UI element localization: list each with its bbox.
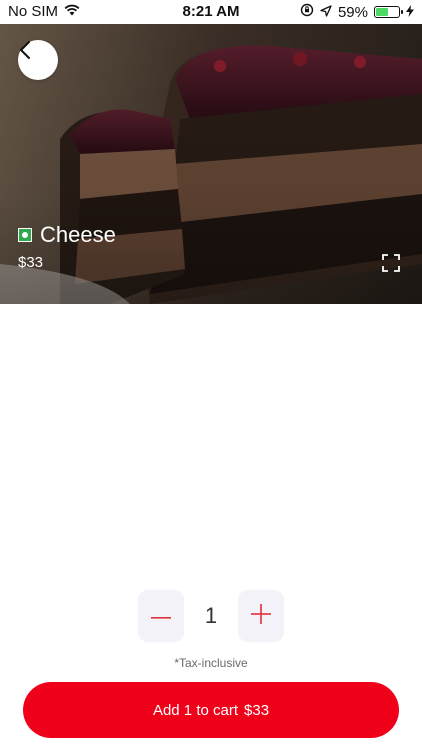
tax-note: *Tax-inclusive [174, 656, 248, 670]
veg-indicator-icon [18, 228, 32, 242]
product-name: Cheese [40, 222, 116, 247]
add-to-cart-price: $33 [244, 701, 270, 719]
battery-icon [374, 6, 403, 18]
charging-icon [406, 4, 414, 21]
orientation-lock-icon [300, 3, 314, 21]
add-to-cart-label: Add 1 to cart [152, 701, 239, 719]
product-title-row: Cheese [18, 222, 116, 248]
expand-icon[interactable] [382, 254, 400, 272]
product-price: $33 [18, 254, 44, 271]
back-button[interactable] [18, 40, 58, 80]
quantity-stepper: 1 [138, 590, 284, 642]
location-icon [320, 4, 332, 21]
increase-quantity-button[interactable] [238, 590, 284, 642]
add-to-cart-button[interactable]: Add 1 to cart $33 [23, 682, 399, 738]
status-right: 59% [300, 3, 414, 21]
minus-icon [151, 607, 171, 625]
decrease-quantity-button[interactable] [138, 590, 184, 642]
product-image: Cheese $33 [0, 24, 422, 304]
battery-percent: 59% [337, 3, 368, 21]
image-overlay [0, 24, 422, 304]
quantity-value: 1 [204, 603, 218, 628]
plus-icon [251, 603, 271, 629]
status-bar: No SIM 8:21 AM 59% [0, 0, 422, 24]
